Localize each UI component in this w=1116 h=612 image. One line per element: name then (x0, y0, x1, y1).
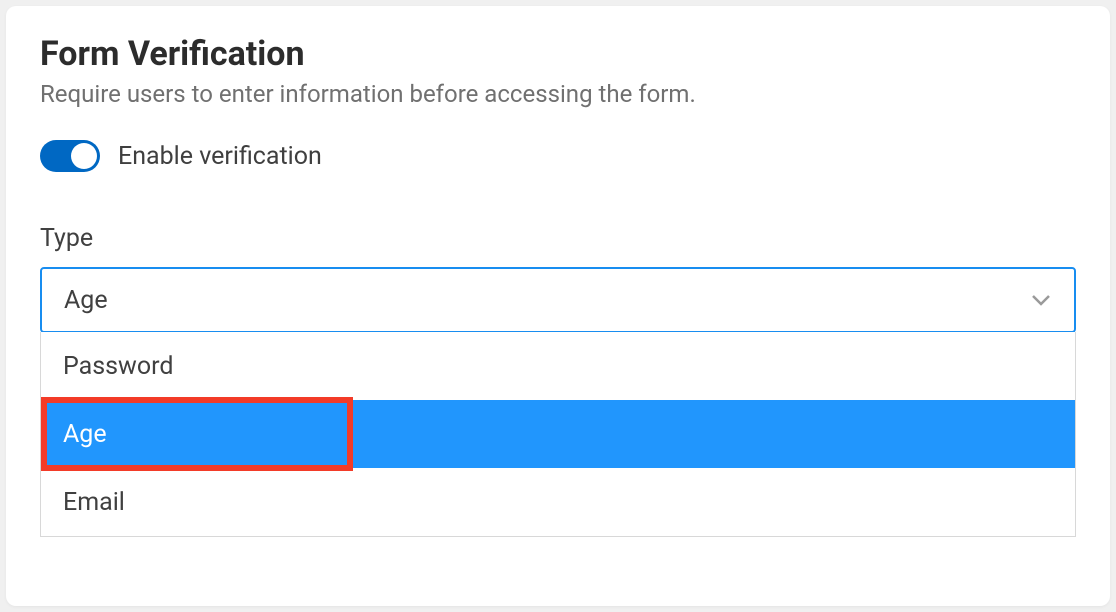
type-field-label: Type (40, 224, 1076, 253)
enable-verification-toggle[interactable] (40, 140, 100, 172)
option-label: Email (63, 488, 125, 517)
type-select[interactable]: Age (40, 267, 1076, 333)
option-label: Password (63, 352, 173, 381)
page-subtitle: Require users to enter information befor… (40, 80, 1076, 108)
enable-verification-row: Enable verification (40, 140, 1076, 172)
type-select-value: Age (64, 286, 108, 315)
type-option-age[interactable]: Age (41, 400, 1075, 468)
type-dropdown: Password Age Email (40, 332, 1076, 537)
form-verification-panel: Form Verification Require users to enter… (6, 6, 1110, 606)
chevron-down-icon (1030, 289, 1052, 311)
option-label: Age (63, 420, 107, 449)
toggle-knob (71, 143, 97, 169)
type-option-password[interactable]: Password (41, 332, 1075, 400)
page-title: Form Verification (40, 34, 1076, 74)
enable-verification-label: Enable verification (118, 142, 322, 171)
type-option-email[interactable]: Email (41, 468, 1075, 536)
